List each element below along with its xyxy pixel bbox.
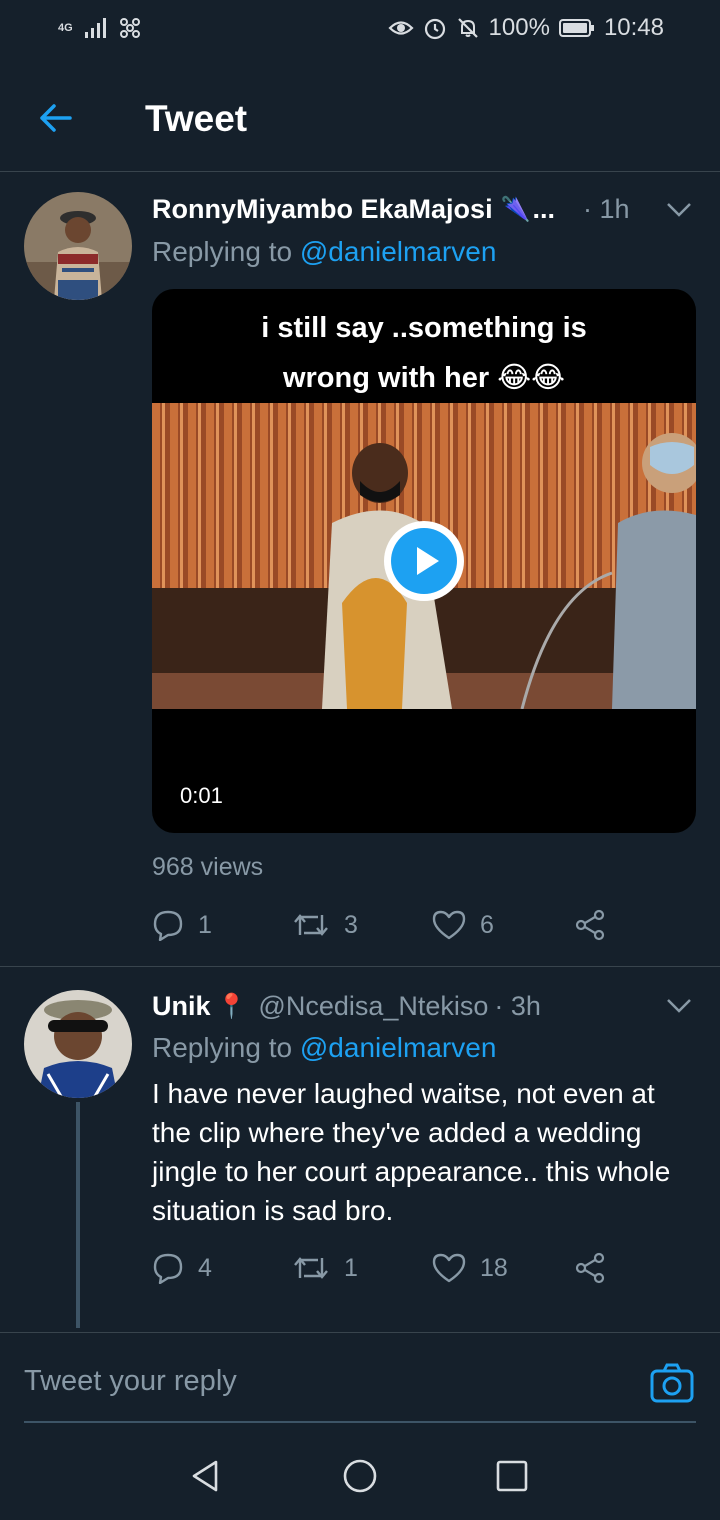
replying-handle-link[interactable]: @danielmarven [300, 1032, 497, 1063]
reply-count: 4 [198, 1253, 212, 1282]
reply-icon [153, 1253, 183, 1284]
video-player[interactable]: i still say ..something is wrong with he… [152, 289, 696, 833]
retweet-button[interactable]: 3 [292, 909, 432, 941]
heart-icon [432, 910, 466, 940]
avatar[interactable] [24, 192, 132, 300]
reply-input-underline [24, 1421, 696, 1423]
replying-label: Replying to [152, 1032, 293, 1063]
reply-button[interactable]: 4 [152, 1252, 292, 1284]
replying-handle-link[interactable]: @danielmarven [300, 236, 497, 267]
replying-to: Replying to @danielmarven [152, 236, 496, 268]
reply-bar [0, 1332, 720, 1430]
reply-input[interactable] [24, 1347, 624, 1415]
view-count: 968 views [152, 853, 264, 881]
name-truncation: ... [532, 194, 555, 224]
avatar[interactable] [24, 990, 132, 1098]
tweet-header: Unik 📍 @Ncedisa_Ntekiso · 3h [152, 991, 541, 1022]
tweet-1[interactable]: RonnyMiyambo EkaMajosi 🌂 ... · 1h Replyi… [0, 172, 720, 967]
play-button[interactable] [384, 521, 464, 601]
heart-icon [432, 1253, 466, 1283]
camera-icon[interactable] [650, 1363, 694, 1403]
name-emoji: 📍 [216, 993, 247, 1020]
reply-button[interactable]: 1 [152, 909, 292, 941]
share-button[interactable] [574, 1252, 606, 1284]
home-circle-icon[interactable] [342, 1458, 378, 1494]
tweet-text: I have never laughed waitse, not even at… [152, 1078, 671, 1226]
caption-line-1: i still say ..something is [261, 312, 587, 344]
eye-icon [387, 21, 414, 35]
display-name[interactable]: RonnyMiyambo EkaMajosi [152, 194, 493, 225]
play-icon [417, 547, 439, 575]
like-count: 18 [480, 1253, 508, 1282]
mute-icon [457, 18, 478, 38]
header: Tweet [0, 62, 720, 172]
reply-icon [153, 910, 183, 941]
retweet-button[interactable]: 1 [292, 1252, 432, 1284]
back-triangle-icon[interactable] [188, 1458, 224, 1494]
tweet-actions: 4 1 18 [152, 1248, 606, 1288]
share-icon [575, 1252, 605, 1284]
reply-count: 1 [198, 910, 212, 939]
tweet-actions: 1 3 6 [152, 905, 606, 945]
like-button[interactable]: 6 [432, 909, 574, 941]
page-title: Tweet [145, 98, 248, 139]
retweet-icon [294, 1257, 328, 1279]
alarm-icon [424, 18, 445, 40]
share-icon [575, 909, 605, 941]
user-handle[interactable]: @Ncedisa_Ntekiso [258, 991, 488, 1022]
battery-icon [558, 19, 594, 37]
signal-icon [85, 18, 106, 38]
back-arrow-icon[interactable] [36, 98, 76, 138]
status-bar: 4G 100% 10:48 [0, 0, 720, 62]
like-count: 6 [480, 910, 494, 939]
chevron-down-icon[interactable] [666, 998, 692, 1014]
video-caption: i still say ..something is wrong with he… [152, 303, 696, 403]
tweet-time: · 1h [582, 194, 630, 224]
caption-line-2: wrong with her 😂😂 [282, 362, 566, 394]
tweet-time: · 3h [494, 991, 541, 1021]
chevron-down-icon[interactable] [666, 202, 692, 218]
share-button[interactable] [574, 909, 606, 941]
name-emoji: 🌂 [500, 196, 531, 223]
like-button[interactable]: 18 [432, 1252, 574, 1284]
recents-square-icon[interactable] [494, 1458, 530, 1494]
network-type: 4G [58, 21, 73, 34]
retweet-count: 3 [344, 910, 358, 939]
tweet-2[interactable]: Unik 📍 @Ncedisa_Ntekiso · 3h Replying to… [0, 967, 720, 1332]
tweet-header: RonnyMiyambo EkaMajosi 🌂 ... · 1h [152, 194, 630, 225]
thread-line [76, 1102, 80, 1328]
replying-to: Replying to @danielmarven [152, 1032, 496, 1064]
display-name[interactable]: Unik [152, 991, 211, 1022]
hotspot-icon [120, 18, 140, 38]
retweet-icon [294, 914, 328, 936]
system-nav-bar [0, 1430, 720, 1520]
clock: 10:48 [603, 14, 664, 41]
retweet-count: 1 [344, 1253, 358, 1282]
video-duration: 0:01 [180, 783, 223, 808]
battery-percent: 100% [488, 14, 550, 41]
replying-label: Replying to [152, 236, 293, 267]
